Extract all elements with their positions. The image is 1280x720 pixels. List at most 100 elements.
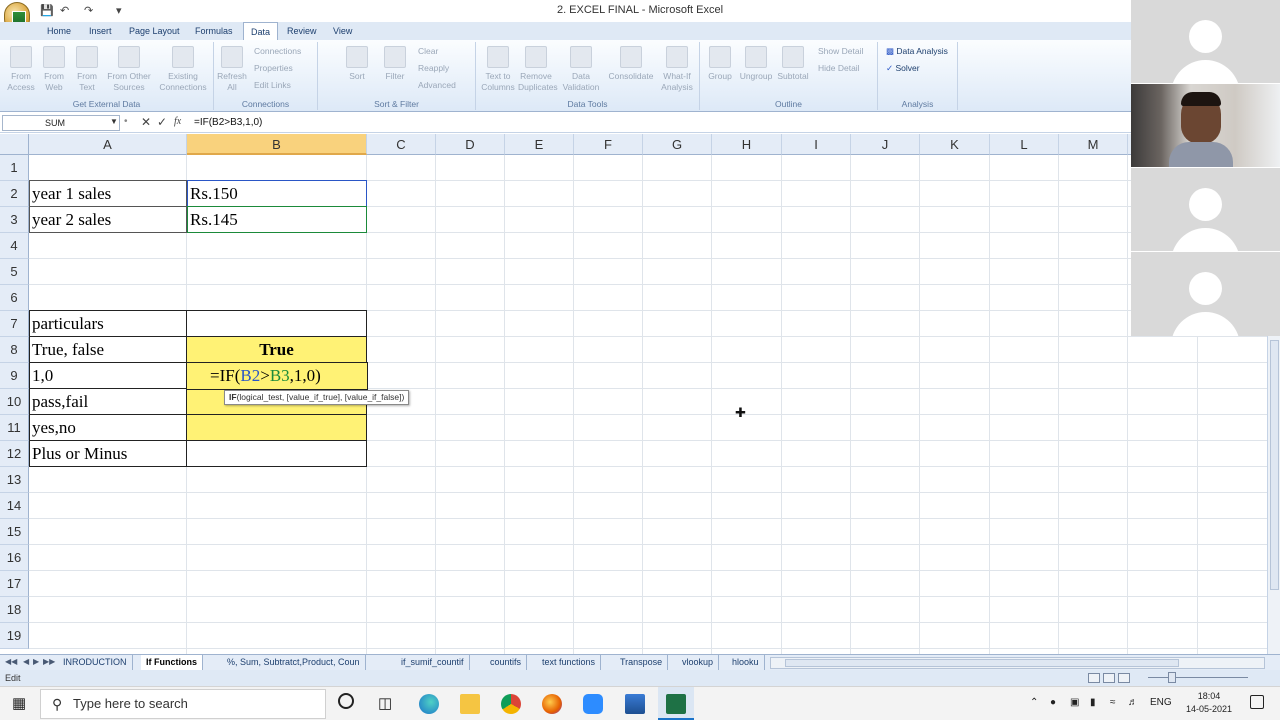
chrome-icon[interactable] (501, 694, 521, 714)
horizontal-scrollbar[interactable] (770, 657, 1265, 669)
column-header-f[interactable]: F (574, 134, 643, 155)
ungroup-button[interactable]: Ungroup (736, 44, 776, 82)
consolidate-button[interactable]: Consolidate (606, 44, 656, 82)
group-button[interactable]: Group (704, 44, 736, 82)
row-header-19[interactable]: 19 (0, 623, 29, 649)
cancel-icon[interactable]: ✕ (141, 115, 151, 129)
horizontal-scroll-thumb[interactable] (785, 659, 1179, 667)
vertical-scrollbar[interactable] (1267, 336, 1280, 654)
prev-sheet-icon[interactable]: ◀ (23, 657, 29, 666)
column-header-c[interactable]: C (367, 134, 436, 155)
row-header-7[interactable]: 7 (0, 311, 29, 337)
sheet-tab-inroduction[interactable]: INRODUCTION (58, 655, 133, 670)
taskbar-search-box[interactable]: Type here to search (40, 689, 326, 719)
sheet-tab-if-sumif-countif[interactable]: if_sumif_countif (396, 655, 470, 670)
row-header-10[interactable]: 10 (0, 389, 29, 415)
column-header-l[interactable]: L (990, 134, 1059, 155)
cell-b3[interactable]: Rs.145 (188, 207, 238, 233)
from-other-sources-button[interactable]: From Other Sources (104, 44, 154, 93)
column-header-g[interactable]: G (643, 134, 712, 155)
notification-icon[interactable]: □ (1250, 695, 1264, 709)
enter-icon[interactable]: ✓ (157, 115, 167, 129)
column-header-i[interactable]: I (782, 134, 851, 155)
cell-a9[interactable]: 1,0 (30, 363, 53, 389)
cell-a12[interactable]: Plus or Minus (30, 441, 127, 467)
tab-insert[interactable]: Insert (82, 22, 119, 40)
filter-button[interactable]: Filter (380, 44, 410, 82)
sheet-tab-text-functions[interactable]: text functions (537, 655, 602, 670)
cell-a7[interactable]: particulars (30, 311, 104, 337)
row-header-14[interactable]: 14 (0, 493, 29, 519)
from-access-button[interactable]: From Access (4, 44, 38, 93)
name-box[interactable]: SUM (2, 115, 120, 131)
connections-button[interactable]: Connections (254, 46, 301, 56)
tab-home[interactable]: Home (40, 22, 78, 40)
photos-icon[interactable] (625, 694, 645, 714)
row-header-5[interactable]: 5 (0, 259, 29, 285)
zoom-slider-thumb[interactable] (1168, 672, 1176, 683)
from-web-button[interactable]: From Web (38, 44, 70, 93)
firefox-icon[interactable] (542, 694, 562, 714)
tab-view[interactable]: View (326, 22, 359, 40)
sheet-tab-countifs[interactable]: countifs (485, 655, 528, 670)
camera-icon[interactable]: ▣ (1070, 697, 1079, 708)
input-language[interactable]: ENG (1150, 697, 1172, 708)
sheet-tab-sum[interactable]: %, Sum, Subtratct,Product, Coun (222, 655, 366, 670)
windows-start-icon[interactable]: ▦ (12, 696, 28, 712)
column-header-e[interactable]: E (505, 134, 574, 155)
properties-button[interactable]: Properties (254, 63, 293, 73)
data-analysis-button[interactable]: ▩ Data Analysis (886, 46, 948, 57)
row-header-18[interactable]: 18 (0, 597, 29, 623)
column-header-a[interactable]: A (29, 134, 187, 155)
cell-b8[interactable]: True (187, 337, 366, 363)
page-break-view-icon[interactable] (1118, 673, 1130, 683)
microphone-icon[interactable]: ● (1050, 697, 1056, 708)
row-header-4[interactable]: 4 (0, 233, 29, 259)
show-hidden-icons-icon[interactable]: ⌃ (1030, 697, 1038, 708)
cortana-icon[interactable] (338, 693, 354, 709)
column-header-b[interactable]: B (187, 134, 367, 155)
row-header-6[interactable]: 6 (0, 285, 29, 311)
cell-a10[interactable]: pass,fail (30, 389, 88, 415)
row-header-2[interactable]: 2 (0, 181, 29, 207)
column-header-m[interactable]: M (1059, 134, 1128, 155)
row-header-13[interactable]: 13 (0, 467, 29, 493)
remove-duplicates-button[interactable]: Remove Duplicates (518, 44, 558, 93)
tab-data[interactable]: Data (243, 22, 279, 40)
volume-icon[interactable]: ♬ (1128, 697, 1138, 708)
formula-bar-options-icon[interactable]: • (124, 116, 128, 127)
first-sheet-icon[interactable]: ◀◀ (5, 657, 17, 666)
sheet-tab-hlookup[interactable]: hlooku (727, 655, 765, 670)
what-if-analysis-button[interactable]: What-If Analysis (658, 44, 696, 93)
column-header-d[interactable]: D (436, 134, 505, 155)
formula-input[interactable]: =IF(B2>B3,1,0) (190, 115, 1125, 131)
solver-button[interactable]: ✓ Solver (886, 63, 920, 74)
clear-button[interactable]: Clear (418, 46, 438, 56)
cell-a11[interactable]: yes,no (30, 415, 76, 441)
taskbar-clock[interactable]: 18:04 14-05-2021 (1180, 690, 1238, 716)
advanced-button[interactable]: Advanced (418, 80, 456, 90)
column-header-j[interactable]: J (851, 134, 920, 155)
sheet-tab-vlookup[interactable]: vlookup (677, 655, 720, 670)
column-header-h[interactable]: H (712, 134, 782, 155)
next-sheet-icon[interactable]: ▶ (33, 657, 39, 666)
row-header-9[interactable]: 9 (0, 363, 29, 389)
tab-page-layout[interactable]: Page Layout (122, 22, 187, 40)
cell-a2[interactable]: year 1 sales (30, 181, 111, 207)
existing-connections-button[interactable]: Existing Connections (156, 44, 210, 93)
normal-view-icon[interactable] (1088, 673, 1100, 683)
sheet-tab-transpose[interactable]: Transpose (615, 655, 669, 670)
cell-a8[interactable]: True, false (30, 337, 104, 363)
column-header-k[interactable]: K (920, 134, 990, 155)
edit-links-button[interactable]: Edit Links (254, 80, 291, 90)
refresh-all-button[interactable]: Refresh All (216, 44, 248, 93)
row-header-17[interactable]: 17 (0, 571, 29, 597)
sort-button[interactable]: Sort (344, 44, 370, 82)
reapply-button[interactable]: Reapply (418, 63, 449, 73)
text-to-columns-button[interactable]: Text to Columns (478, 44, 518, 93)
tab-formulas[interactable]: Formulas (188, 22, 240, 40)
subtotal-button[interactable]: Subtotal (776, 44, 810, 82)
select-all-corner[interactable] (0, 134, 29, 155)
row-header-3[interactable]: 3 (0, 207, 29, 233)
insert-function-icon[interactable]: fx (174, 116, 181, 127)
